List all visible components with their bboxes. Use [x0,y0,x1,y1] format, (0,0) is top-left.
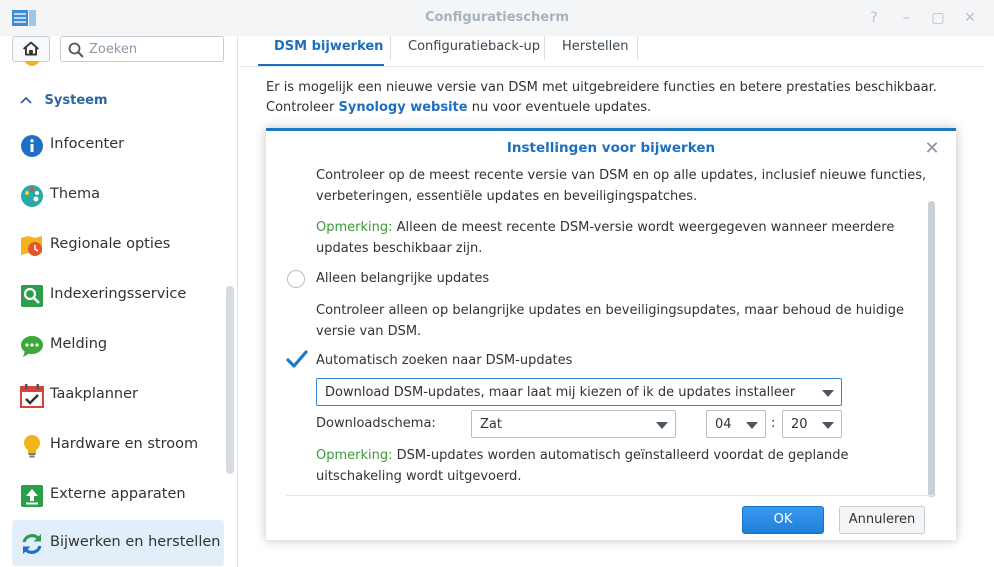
chevron-up-icon [20,93,34,108]
close-icon[interactable]: ✕ [960,8,980,28]
ok-button[interactable]: OK [742,506,824,534]
note-label: Opmerking: [316,220,393,235]
important-updates-label[interactable]: Alleen belangrijke updates [316,271,489,286]
sidebar-item-label: Externe apparaten [50,486,186,502]
map-clock-icon [21,236,42,256]
sidebar-item-regionale-opties[interactable]: Regionale opties [12,222,224,268]
auto-check-checkbox[interactable] [286,350,308,370]
sidebar-item-bijwerken-en-herstellen[interactable]: Bijwerken en herstellen [12,520,224,566]
help-icon[interactable]: ? [864,8,884,28]
note-auto-install: Opmerking: DSM-updates worden automatisc… [316,445,928,487]
cancel-button[interactable]: Annuleren [839,506,925,534]
home-button[interactable] [12,36,50,62]
sidebar-item-label: Melding [50,336,108,352]
dialog-title: Instellingen voor bijwerken [506,140,716,156]
partial-icon [24,61,40,66]
schedule-day-select[interactable]: Zat [471,410,676,438]
chevron-down-icon [822,390,834,397]
synology-website-link[interactable]: Synology website [338,100,467,115]
chevron-down-icon [656,422,668,429]
select-value: 04 [715,417,732,432]
select-value: 20 [791,417,808,432]
note-latest-version: Opmerking: Alleen de meest recente DSM-v… [316,217,928,259]
important-updates-description: Controleer alleen op belangrijke updates… [316,303,904,339]
sidebar-item-label: Hardware en stroom [50,436,199,452]
section-title: Systeem [44,93,108,108]
tab-herstellen[interactable]: Herstellen [562,36,628,66]
index-search-icon [21,285,43,307]
tab-configuratieback-up[interactable]: Configuratieback-up [408,36,540,66]
search-input[interactable] [89,40,219,58]
tab-separator [390,36,391,60]
palette-icon [21,185,43,207]
sidebar-item-thema[interactable]: Thema [12,172,224,218]
section-header-systeem[interactable]: Systeem [20,93,108,111]
title-bar: Configuratiescherm ? – ▢ ✕ [0,0,994,36]
download-mode-select[interactable]: Download DSM-updates, maar laat mij kiez… [316,378,842,406]
tab-dsm-bijwerken[interactable]: DSM bijwerken [274,36,383,66]
tab-divider-line [240,66,984,67]
sidebar-item-infocenter[interactable]: Infocenter [12,122,224,168]
tab-separator [544,36,545,60]
lightbulb-icon [24,435,40,458]
sidebar: Systeem Infocenter Thema Regionale optie… [0,36,238,567]
download-schedule-label: Downloadschema: [316,416,436,431]
sidebar-item-taakplanner[interactable]: Taakplanner [12,372,224,418]
schedule-hour-select[interactable]: 04 [706,410,766,438]
search-icon [68,42,84,58]
home-icon [23,41,39,56]
calendar-check-icon [20,384,44,408]
chat-bubble-icon [21,336,43,357]
chevron-down-icon [822,422,834,429]
minimize-icon[interactable]: – [896,8,916,28]
sidebar-item-hardware-en-stroom[interactable]: Hardware en stroom [12,422,224,468]
sidebar-item-label: Taakplanner [50,386,139,402]
tab-separator [637,36,638,60]
update-all-description: Controleer op de meest recente versie va… [316,168,927,204]
select-value: Download DSM-updates, maar laat mij kiez… [325,385,796,400]
search-box[interactable] [60,36,224,62]
tab-label: Herstellen [562,39,629,54]
sidebar-item-externe-apparaten[interactable]: Externe apparaten [12,472,224,518]
note-label: Opmerking: [316,448,393,463]
dialog-footer-divider [286,495,936,496]
info-text-after: nu voor eventuele updates. [471,100,652,115]
tab-label: DSM bijwerken [274,39,384,54]
schedule-minute-select[interactable]: 20 [782,410,842,438]
auto-check-label[interactable]: Automatisch zoeken naar DSM-updates [316,353,572,368]
update-settings-dialog: Instellingen voor bijwerken ✕ Controleer… [266,128,956,540]
refresh-icon [22,534,42,554]
sidebar-item-partial [22,60,222,70]
sidebar-item-label: Infocenter [50,136,125,152]
maximize-icon[interactable]: ▢ [928,8,948,28]
chevron-down-icon [746,422,758,429]
note-text: Alleen de meest recente DSM-versie wordt… [316,220,895,256]
sidebar-item-label: Bijwerken en herstellen [50,534,221,550]
window-title: Configuratiescherm [424,10,570,25]
important-updates-radio[interactable] [287,270,305,288]
dialog-close-icon[interactable]: ✕ [921,138,943,160]
dialog-scrollbar[interactable] [928,201,935,497]
tab-label: Configuratieback-up [408,39,541,54]
note-text: DSM-updates worden automatisch geïnstall… [316,448,849,484]
sidebar-item-label: Thema [50,186,100,202]
sidebar-scrollbar[interactable] [226,286,234,474]
upload-arrow-icon [21,485,43,507]
select-value: Zat [480,417,502,432]
sidebar-item-indexeringsservice[interactable]: Indexeringsservice [12,272,224,318]
sidebar-item-label: Indexeringsservice [50,286,187,302]
sidebar-item-label: Regionale opties [50,236,171,252]
sidebar-item-melding[interactable]: Melding [12,322,224,368]
info-icon [21,135,43,157]
time-separator: : [771,416,776,431]
update-info-text: Er is mogelijk een nieuwe versie van DSM… [266,78,986,118]
